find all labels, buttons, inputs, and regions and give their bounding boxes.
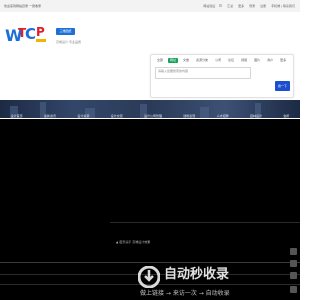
watermark-title: 自动秒收录 bbox=[164, 267, 230, 282]
badge-button[interactable]: 三维图纸 bbox=[56, 28, 75, 35]
search-tab-resource[interactable]: 资源分类 bbox=[194, 58, 210, 63]
search-tab-company[interactable]: 公司 bbox=[213, 58, 223, 63]
search-tabs: 全部 网址 文章 资源分类 公司 论坛 视频 图片 商户 更多 bbox=[155, 58, 288, 63]
top-link-more[interactable]: 更多 bbox=[238, 4, 244, 8]
search-tab-video[interactable]: 视频 bbox=[239, 58, 249, 63]
side-tool-button[interactable] bbox=[290, 272, 297, 279]
site-logo[interactable]: W T C P bbox=[4, 22, 50, 48]
svg-text:P: P bbox=[36, 25, 45, 39]
slogan: 高端设计 专业品质 bbox=[56, 40, 81, 44]
search-tab-all[interactable]: 全部 bbox=[155, 58, 165, 63]
search-tab-image[interactable]: 图片 bbox=[252, 58, 262, 63]
top-link-login[interactable]: 登录 bbox=[249, 4, 255, 8]
search-input[interactable]: 请输入您要搜索的内容 bbox=[155, 67, 251, 79]
top-link-build[interactable]: 网站建设 bbox=[203, 4, 215, 8]
search-tab-merchant[interactable]: 商户 bbox=[265, 58, 275, 63]
side-tool-button[interactable] bbox=[290, 260, 297, 267]
top-links: 网站建设 汇总 更多 登录 注册 手机端 | 联系我们 bbox=[199, 4, 295, 8]
top-link-extra[interactable]: 手机端 | 联系我们 bbox=[271, 4, 295, 8]
back-to-top-button[interactable] bbox=[290, 286, 297, 293]
welcome-text: 欢迎来到网站目录 一键收录 bbox=[4, 4, 41, 8]
search-button[interactable]: 搜一下 bbox=[275, 81, 290, 91]
watermark-logo-icon bbox=[138, 266, 160, 288]
divider bbox=[0, 262, 300, 263]
square-icon bbox=[219, 4, 223, 7]
svg-text:C: C bbox=[25, 25, 36, 43]
search-tab-more[interactable]: 更多 bbox=[278, 58, 288, 63]
top-bar: 欢迎来到网站目录 一键收录 网站建设 汇总 更多 登录 注册 手机端 | 联系我… bbox=[0, 0, 300, 12]
top-link-register[interactable]: 注册 bbox=[260, 4, 266, 8]
top-link-summary[interactable]: 汇总 bbox=[227, 4, 233, 8]
watermark-subtitle: 做上链接 → 来访一次 → 自动收录 bbox=[140, 290, 230, 297]
side-tool-button[interactable] bbox=[290, 248, 297, 255]
search-panel: 全部 网址 文章 资源分类 公司 论坛 视频 图片 商户 更多 请输入您要搜索的… bbox=[150, 54, 294, 98]
divider bbox=[110, 222, 300, 223]
search-tab-site[interactable]: 网址 bbox=[168, 58, 179, 63]
search-tab-article[interactable]: 文章 bbox=[181, 58, 191, 63]
screen-caption: ▲ 夜景演示 高端设计效果 bbox=[116, 240, 151, 244]
search-tab-forum[interactable]: 论坛 bbox=[226, 58, 236, 63]
